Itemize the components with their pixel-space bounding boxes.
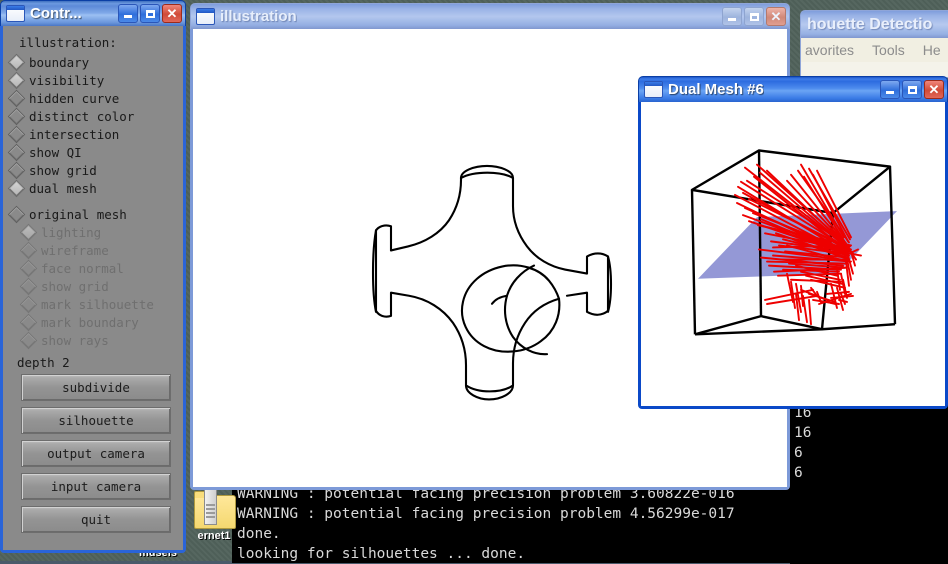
quit-button[interactable]: quit xyxy=(21,506,171,533)
option-mesh-show-grid: show grid xyxy=(9,277,183,295)
option-distinct-color[interactable]: distinct color xyxy=(7,107,183,125)
option-label: boundary xyxy=(29,54,90,70)
subdivide-button[interactable]: subdivide xyxy=(21,374,171,401)
dual-mesh-window-title: Dual Mesh #6 xyxy=(668,81,764,98)
option-lighting: lighting xyxy=(9,223,183,241)
option-label: lighting xyxy=(41,224,102,240)
input-camera-button[interactable]: input camera xyxy=(21,473,171,500)
control-titlebar-buttons[interactable]: ✕ xyxy=(118,4,182,23)
terminal-right-line-2: 6 xyxy=(794,445,803,461)
close-icon[interactable]: ✕ xyxy=(766,7,786,26)
minimize-icon[interactable] xyxy=(880,80,900,99)
diamond-icon xyxy=(19,295,38,313)
maximize-icon[interactable] xyxy=(140,4,160,23)
diamond-icon xyxy=(19,241,38,259)
option-label: show rays xyxy=(41,332,109,348)
control-titlebar[interactable]: Contr... ✕ xyxy=(0,0,186,26)
background-window-menubar[interactable]: avorites Tools He xyxy=(800,38,948,62)
diamond-icon xyxy=(19,277,38,295)
illustration-heading: illustration: xyxy=(19,35,117,50)
window-icon xyxy=(196,8,215,25)
option-dual-mesh[interactable]: dual mesh xyxy=(7,179,183,197)
folder-icon xyxy=(192,489,236,529)
option-show-grid[interactable]: show grid xyxy=(7,161,183,179)
illustration-titlebar[interactable]: illustration ✕ xyxy=(190,3,790,29)
terminal-line-3: looking for silhouettes ... done. xyxy=(237,546,526,562)
illustration-titlebar-buttons[interactable]: ✕ xyxy=(722,7,786,26)
option-label: original mesh xyxy=(29,206,127,222)
option-label: show QI xyxy=(29,144,82,160)
control-panel: illustration: boundary visibility hidden… xyxy=(3,30,183,550)
option-label: distinct color xyxy=(29,108,135,124)
control-client-area[interactable]: illustration: boundary visibility hidden… xyxy=(0,26,186,553)
dual-mesh-drawing xyxy=(641,102,945,406)
output-camera-button[interactable]: output camera xyxy=(21,440,171,467)
option-label: wireframe xyxy=(41,242,109,258)
diamond-icon xyxy=(7,89,26,107)
maximize-icon[interactable] xyxy=(902,80,922,99)
option-boundary[interactable]: boundary xyxy=(7,53,183,71)
minimize-icon[interactable] xyxy=(118,4,138,23)
dual-mesh-titlebar[interactable]: Dual Mesh #6 ✕ xyxy=(638,76,948,102)
option-label: show grid xyxy=(41,278,109,294)
diamond-icon xyxy=(7,107,26,125)
dual-mesh-titlebar-buttons[interactable]: ✕ xyxy=(880,80,944,99)
terminal-line-2: done. xyxy=(237,526,281,542)
desktop-icon-ernet1[interactable]: ernet1 xyxy=(186,489,242,542)
option-label: mark silhouette xyxy=(41,296,154,312)
option-label: mark boundary xyxy=(41,314,139,330)
option-mark-silhouette: mark silhouette xyxy=(9,295,183,313)
control-window-title: Contr... xyxy=(30,5,82,22)
diamond-icon xyxy=(7,161,26,179)
diamond-icon xyxy=(7,205,26,223)
illustration-window-title: illustration xyxy=(220,8,297,25)
diamond-icon xyxy=(19,223,38,241)
depth-label: depth 2 xyxy=(17,355,70,370)
option-mark-boundary: mark boundary xyxy=(9,313,183,331)
maximize-icon[interactable] xyxy=(744,7,764,26)
desktop-icon-label: ernet1 xyxy=(197,530,231,542)
option-intersection[interactable]: intersection xyxy=(7,125,183,143)
option-label: face normal xyxy=(41,260,124,276)
diamond-icon xyxy=(19,331,38,349)
option-label: visibility xyxy=(29,72,105,88)
terminal-output[interactable]: WARNING : potential facing precision pro… xyxy=(232,482,948,563)
close-icon[interactable]: ✕ xyxy=(924,80,944,99)
option-show-qi[interactable]: show QI xyxy=(7,143,183,161)
diamond-icon xyxy=(7,53,26,71)
background-window-title: houette Detectio xyxy=(807,15,933,33)
background-window-titlebar[interactable]: houette Detectio xyxy=(800,10,948,38)
menu-item-favorites[interactable]: avorites xyxy=(805,42,854,58)
option-face-normal: face normal xyxy=(9,259,183,277)
diamond-icon xyxy=(19,259,38,277)
control-window[interactable]: Contr... ✕ illustration: boundary visibi… xyxy=(0,0,186,553)
diamond-icon xyxy=(7,125,26,143)
menu-item-tools[interactable]: Tools xyxy=(872,42,905,58)
menu-item-help[interactable]: He xyxy=(923,42,941,58)
diamond-icon xyxy=(7,71,26,89)
dual-mesh-client-area[interactable] xyxy=(638,102,948,409)
window-icon xyxy=(644,81,663,98)
option-label: hidden curve xyxy=(29,90,120,106)
window-icon xyxy=(6,5,25,22)
option-hidden-curve[interactable]: hidden curve xyxy=(7,89,183,107)
option-label: show grid xyxy=(29,162,97,178)
option-visibility[interactable]: visibility xyxy=(7,71,183,89)
silhouette-button[interactable]: silhouette xyxy=(21,407,171,434)
terminal-line-1: WARNING : potential facing precision pro… xyxy=(237,506,735,522)
option-label: intersection xyxy=(29,126,120,142)
option-show-rays: show rays xyxy=(9,331,183,349)
close-icon[interactable]: ✕ xyxy=(162,4,182,23)
dual-mesh-window[interactable]: Dual Mesh #6 ✕ xyxy=(638,76,948,409)
diamond-icon xyxy=(7,179,26,197)
diamond-icon xyxy=(7,143,26,161)
silhouette-detection-window[interactable]: houette Detectio avorites Tools He xyxy=(800,10,948,78)
option-wireframe: wireframe xyxy=(9,241,183,259)
option-original-mesh[interactable]: original mesh xyxy=(7,205,183,223)
diamond-icon xyxy=(19,313,38,331)
minimize-icon[interactable] xyxy=(722,7,742,26)
terminal-right-line-3: 6 xyxy=(794,465,803,481)
terminal-right-line-1: 16 xyxy=(794,425,812,441)
option-label: dual mesh xyxy=(29,180,97,196)
